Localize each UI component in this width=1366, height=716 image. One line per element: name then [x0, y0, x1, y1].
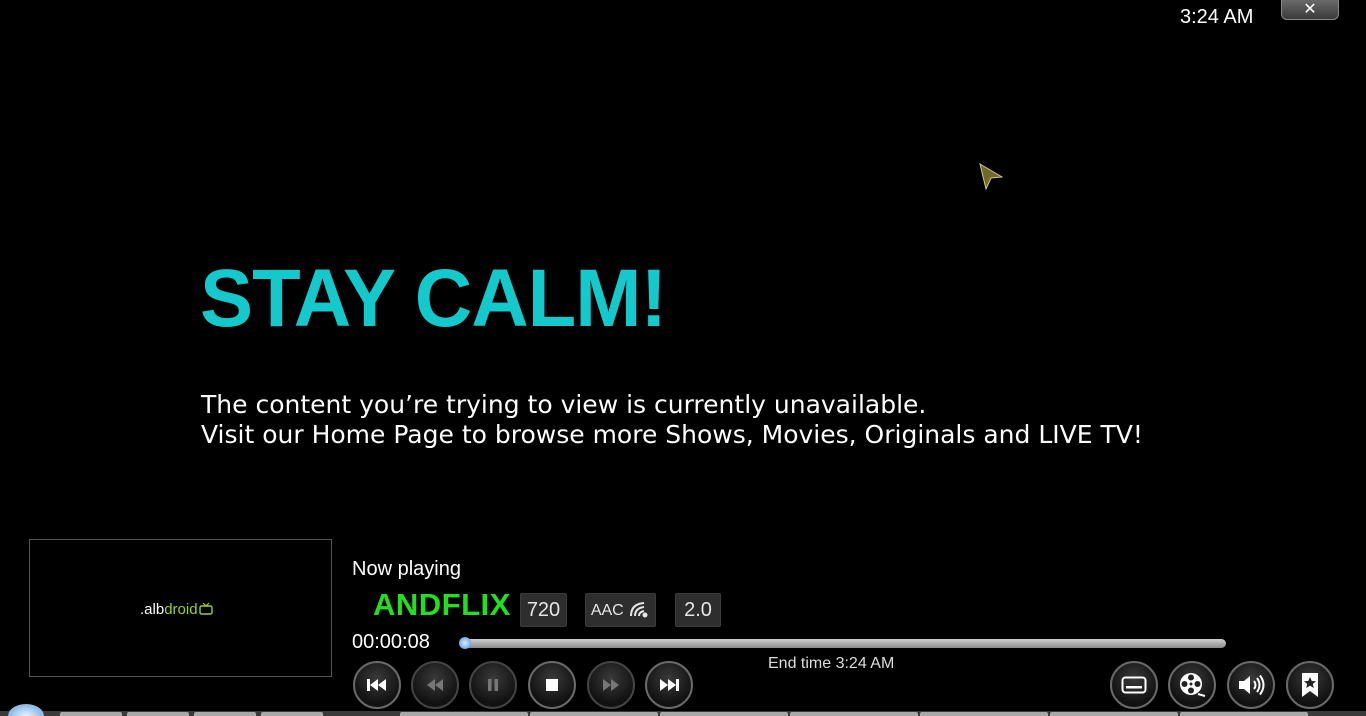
video-player-screen: 3:24 AM ✕ STAY CALM! The content you’re …	[0, 0, 1366, 716]
subtitles-icon	[1121, 676, 1147, 694]
close-button[interactable]: ✕	[1281, 0, 1339, 20]
headline: STAY CALM!	[200, 253, 667, 344]
audio-codec-label: AAC	[590, 602, 624, 619]
audio-channels-badge: 2.0	[675, 593, 721, 627]
now-playing-label: Now playing	[352, 558, 461, 580]
taskbar-item[interactable]	[530, 712, 658, 716]
taskbar-item[interactable]	[400, 712, 528, 716]
start-button[interactable]	[8, 704, 44, 716]
audio-wave-icon	[630, 602, 648, 618]
rewind-icon	[427, 679, 443, 691]
bookmark-button[interactable]	[1286, 661, 1334, 709]
film-reel-icon	[1180, 673, 1206, 697]
pause-button[interactable]	[469, 661, 517, 709]
unavailable-message: The content you’re trying to view is cur…	[201, 390, 1143, 450]
fast-forward-icon	[603, 679, 619, 691]
skip-previous-icon	[367, 679, 386, 691]
audio-settings-button[interactable]	[1227, 661, 1275, 709]
channel-thumbnail: .albdroid	[29, 539, 332, 677]
message-line-2: Visit our Home Page to browse more Shows…	[201, 420, 1143, 449]
fast-forward-button[interactable]	[587, 661, 635, 709]
end-time: End time 3:24 AM	[768, 655, 895, 672]
pause-icon	[488, 679, 498, 691]
subtitles-button[interactable]	[1110, 661, 1158, 709]
video-settings-button[interactable]	[1168, 661, 1216, 709]
resolution-badge: 720	[520, 593, 567, 627]
message-line-1: The content you’re trying to view is cur…	[201, 390, 927, 419]
seek-bar[interactable]	[459, 637, 1226, 649]
stop-button[interactable]	[528, 661, 576, 709]
taskbar-item[interactable]	[261, 712, 323, 716]
taskbar-item[interactable]	[920, 712, 1048, 716]
clock: 3:24 AM	[1180, 6, 1254, 28]
taskbar-item[interactable]	[60, 712, 122, 716]
bookmark-icon	[1302, 673, 1318, 697]
audio-codec-badge: AAC	[585, 593, 656, 627]
rewind-button[interactable]	[411, 661, 459, 709]
media-title: ANDFLIX	[373, 587, 511, 622]
seek-bar-handle[interactable]	[459, 637, 471, 649]
elapsed-time: 00:00:08	[352, 631, 430, 653]
skip-next-icon	[660, 679, 679, 691]
skip-next-button[interactable]	[645, 661, 693, 709]
taskbar-item[interactable]	[1180, 712, 1308, 716]
taskbar	[0, 711, 1366, 716]
taskbar-item[interactable]	[790, 712, 918, 716]
mouse-cursor-icon	[979, 162, 1004, 196]
stop-icon	[546, 679, 558, 691]
taskbar-item[interactable]	[660, 712, 788, 716]
skip-previous-button[interactable]	[353, 661, 401, 709]
albdroid-logo: .albdroid	[140, 601, 213, 618]
taskbar-item[interactable]	[194, 712, 256, 716]
tv-icon	[198, 602, 213, 615]
speaker-icon	[1239, 674, 1265, 696]
taskbar-item[interactable]	[127, 712, 189, 716]
taskbar-item[interactable]	[1050, 712, 1178, 716]
